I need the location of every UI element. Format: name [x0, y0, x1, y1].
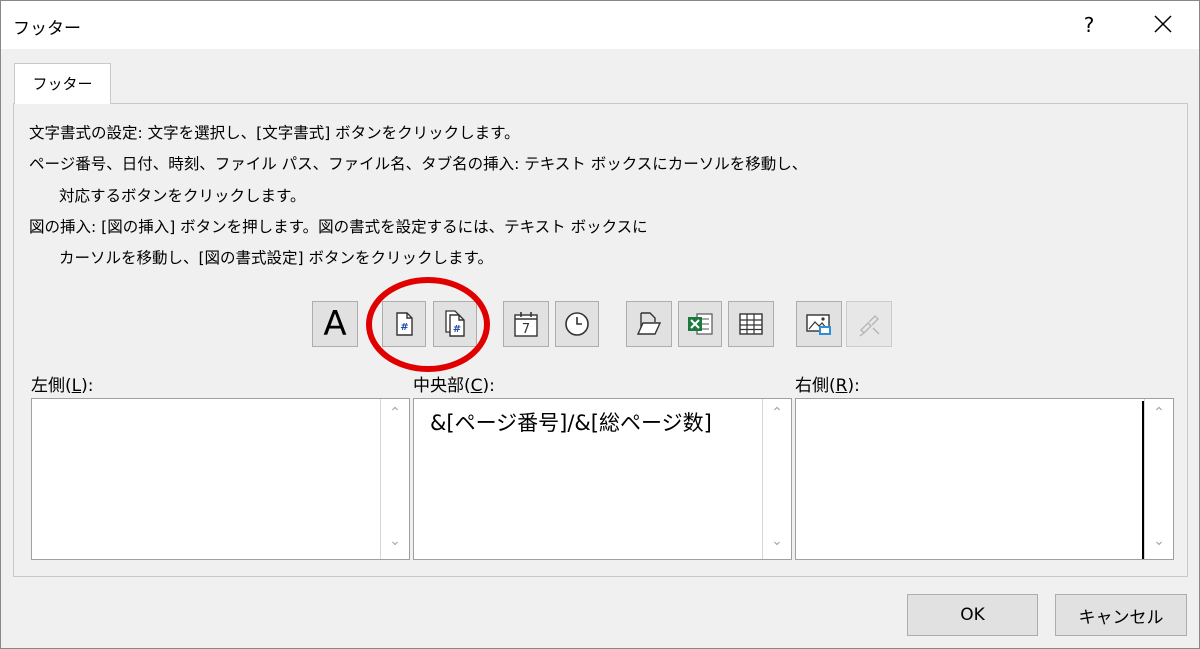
close-button[interactable]: [1141, 7, 1185, 43]
svg-text:7: 7: [522, 322, 530, 337]
insert-time-button[interactable]: [555, 301, 599, 347]
instruction-line: カーソルを移動し、[図の書式設定] ボタンをクリックします。: [59, 249, 493, 267]
insert-page-number-button[interactable]: #: [382, 301, 426, 347]
scrollbar[interactable]: ⌃ ⌄: [762, 399, 791, 559]
left-section-label: 左側(L):: [31, 376, 94, 396]
ok-button[interactable]: OK: [907, 594, 1038, 636]
format-text-button[interactable]: A: [312, 301, 358, 347]
format-text-icon: A: [323, 304, 347, 344]
instruction-line: 文字書式の設定: 文字を選択し、[文字書式] ボタンをクリックします。: [29, 124, 520, 142]
format-picture-button[interactable]: [846, 301, 892, 347]
insert-date-button[interactable]: 7: [503, 301, 549, 347]
instruction-line: 対応するボタンをクリックします。: [59, 187, 306, 205]
scroll-up-icon[interactable]: ⌃: [1145, 405, 1173, 425]
insert-sheet-name-button[interactable]: [728, 301, 774, 347]
scroll-down-icon[interactable]: ⌄: [763, 533, 791, 553]
insert-picture-icon: [806, 314, 831, 335]
close-icon: [1154, 15, 1172, 33]
insert-file-path-button[interactable]: [626, 301, 672, 347]
help-button[interactable]: ?: [1071, 7, 1107, 43]
right-section-label: 右側(R):: [795, 376, 860, 396]
instruction-line: ページ番号、日付、時刻、ファイル パス、ファイル名、タブ名の挿入: テキスト ボ…: [29, 155, 808, 173]
format-picture-icon: [859, 315, 880, 337]
center-section-label: 中央部(C):: [413, 376, 495, 396]
scrollbar[interactable]: ⌃ ⌄: [1144, 399, 1173, 559]
insert-total-pages-button[interactable]: #: [433, 301, 477, 347]
scroll-up-icon[interactable]: ⌃: [381, 405, 409, 425]
dialog-title: フッター: [13, 19, 81, 39]
tab-footer[interactable]: フッター: [14, 63, 111, 104]
sheet-name-icon: [739, 313, 763, 335]
scroll-down-icon[interactable]: ⌄: [1145, 533, 1173, 553]
insert-file-name-button[interactable]: [678, 301, 722, 347]
svg-text:#: #: [400, 322, 408, 333]
time-icon: [565, 312, 589, 336]
scroll-up-icon[interactable]: ⌃: [763, 405, 791, 425]
scroll-down-icon[interactable]: ⌄: [381, 533, 409, 553]
title-bar: フッター ?: [1, 1, 1199, 49]
page-number-icon: #: [396, 312, 413, 336]
scrollbar[interactable]: ⌃ ⌄: [380, 399, 409, 559]
total-pages-icon: #: [445, 310, 465, 337]
svg-text:#: #: [453, 324, 461, 335]
file-name-icon: [688, 313, 713, 335]
left-section-textbox[interactable]: ⌃ ⌄: [31, 398, 410, 560]
center-section-content: &[ページ番号]/&[総ページ数]: [430, 411, 712, 435]
insert-picture-button[interactable]: [796, 301, 842, 347]
center-section-textbox[interactable]: &[ページ番号]/&[総ページ数] ⌃ ⌄: [413, 398, 792, 560]
date-icon: 7: [514, 312, 538, 337]
right-section-textbox[interactable]: ⌃ ⌄: [795, 398, 1174, 560]
instruction-line: 図の挿入: [図の挿入] ボタンを押します。図の書式を設定するには、テキスト ボ…: [29, 218, 648, 236]
file-path-icon: [636, 312, 662, 335]
cancel-button[interactable]: キャンセル: [1055, 594, 1187, 636]
footer-dialog: フッター ? フッター 文字書式の設定: 文字を選択し、[文字書式] ボタンをク…: [0, 0, 1200, 649]
